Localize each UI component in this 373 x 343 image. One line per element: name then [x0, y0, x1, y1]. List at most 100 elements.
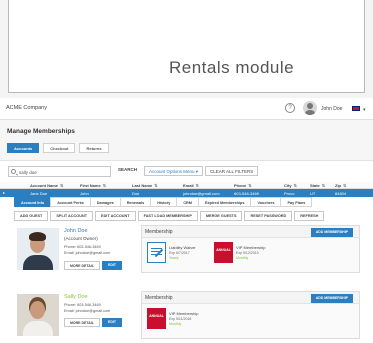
tab-renewals[interactable]: Renewals — [119, 197, 152, 207]
membership-label: Membership — [145, 229, 173, 235]
tab-expired-memberships[interactable]: Expired Memberships — [197, 197, 252, 207]
app-window: ACME Company ? John Doe ▾ Manage Members… — [0, 98, 373, 343]
member-phone: Phone: 603-546-3469 — [64, 245, 101, 249]
column-label: Phone — [234, 183, 247, 188]
column-header-first-name[interactable]: First Name ⇅ — [80, 183, 106, 188]
membership-panel: Membership ADD MEMBERSHIP ANNUAL VIP Mem… — [141, 291, 360, 339]
table-row[interactable]: ▸ Jane Doe John Doe johndoe@gmail.com 60… — [0, 189, 373, 197]
content-panel: SEARCH Account Options Menu ▾ CLEAR ALL … — [0, 160, 373, 343]
cell-state: UT — [310, 190, 316, 196]
action-bar: ADD GUEST SPLIT ACCOUNT EDIT ACCOUNT FAS… — [14, 211, 325, 221]
tab-checkout[interactable]: Checkout — [43, 143, 76, 153]
annual-pass-icon: ANNUAL — [214, 242, 233, 263]
column-header-zip[interactable]: Zip ⇅ — [335, 183, 346, 188]
language-flag-icon[interactable] — [352, 106, 360, 111]
account-sub-tabs: Account Info Account Perks Damages Renew… — [14, 197, 313, 207]
sort-icon[interactable]: ⇅ — [103, 183, 106, 188]
avatar[interactable] — [303, 101, 317, 115]
sort-icon[interactable]: ⇅ — [154, 183, 157, 188]
column-label: Zip — [335, 183, 341, 188]
banner-frame: Rentals module — [8, 0, 365, 93]
column-label: First Name — [80, 183, 101, 188]
tab-account-perks[interactable]: Account Perks — [50, 197, 91, 207]
member-email: Email: johndoe@gmail.com — [64, 309, 111, 313]
membership-title[interactable]: VIP Membership — [236, 245, 266, 250]
add-membership-button[interactable]: ADD MEMBERSHIP — [310, 294, 353, 303]
more-detail-button[interactable]: MORE DETAIL — [64, 318, 100, 327]
split-account-button[interactable]: SPLIT ACCOUNT — [50, 211, 94, 221]
photo-hair — [29, 232, 46, 241]
cell-phone: 603-546-3469 — [234, 190, 259, 196]
cell-last-name: Doe — [132, 190, 140, 196]
tab-pay-plans[interactable]: Pay Plans — [280, 197, 313, 207]
column-header-account-name[interactable]: Account Name ⇅ — [30, 183, 63, 188]
sort-icon[interactable]: ⇅ — [196, 183, 199, 188]
tab-accounts[interactable]: Accounts — [7, 143, 40, 153]
membership-header: Membership ADD MEMBERSHIP — [142, 292, 359, 304]
membership-header: Membership ADD MEMBERSHIP — [142, 226, 359, 238]
membership-frequency: Monthly — [236, 256, 249, 260]
edit-account-button[interactable]: EDIT ACCOUNT — [95, 211, 136, 221]
member-role: (Account Owner) — [64, 236, 98, 241]
member-email: Email: johndoe@gmail.com — [64, 251, 111, 255]
search-box — [8, 166, 111, 177]
member-name[interactable]: Sally Doe — [64, 294, 88, 300]
refresh-button[interactable]: REFRESH — [294, 211, 325, 221]
edit-member-button[interactable]: EDIT — [102, 261, 122, 270]
photo-body — [23, 255, 53, 270]
membership-frequency: Monthly — [169, 322, 182, 326]
member-name[interactable]: John Doe — [64, 228, 88, 234]
member-photo — [17, 294, 59, 336]
tab-vouchers[interactable]: Vouchers — [250, 197, 282, 207]
clear-all-filters-button[interactable]: CLEAR ALL FILTERS — [205, 166, 259, 176]
sort-icon[interactable]: ⇅ — [343, 183, 346, 188]
membership-panel: Membership ADD MEMBERSHIP Liability Waiv… — [141, 225, 360, 273]
sort-icon[interactable]: ⇅ — [294, 183, 297, 188]
membership-expiry: Exp 5/12/2019 — [236, 251, 259, 255]
column-label: City — [284, 183, 292, 188]
membership-title[interactable]: Liability Waiver — [169, 245, 196, 250]
help-icon[interactable]: ? — [285, 103, 295, 113]
membership-title[interactable]: VIP Membership — [169, 311, 199, 316]
tab-returns[interactable]: Returns — [79, 143, 109, 153]
tab-damages[interactable]: Damages — [89, 197, 121, 207]
tab-crm[interactable]: CRM — [176, 197, 199, 207]
column-header-city[interactable]: City ⇅ — [284, 183, 297, 188]
account-options-menu-button[interactable]: Account Options Menu ▾ — [144, 166, 204, 176]
search-button[interactable]: SEARCH — [118, 167, 137, 172]
column-header-state[interactable]: State ⇅ — [310, 183, 325, 188]
fast-load-membership-button[interactable]: FAST LOAD MEMBERSHIP — [137, 211, 198, 221]
sort-icon[interactable]: ⇅ — [322, 183, 325, 188]
cell-zip: 84604 — [335, 190, 347, 196]
more-detail-button[interactable]: MORE DETAIL — [64, 261, 100, 270]
add-membership-button[interactable]: ADD MEMBERSHIP — [310, 228, 353, 237]
search-icon — [11, 169, 16, 174]
member-phone: Phone: 603-546-3469 — [64, 303, 101, 307]
column-header-email[interactable]: Email ⇅ — [183, 183, 199, 188]
grid-header: Account Name ⇅ First Name ⇅ Last Name ⇅ Ema… — [0, 182, 373, 189]
tab-account-info[interactable]: Account Info — [14, 197, 52, 207]
member-photo — [17, 228, 59, 270]
app-header: ACME Company ? John Doe ▾ — [0, 98, 373, 120]
photo-face — [30, 301, 45, 319]
expand-row-icon[interactable]: ▸ — [3, 190, 5, 195]
sort-icon[interactable]: ⇅ — [248, 183, 251, 188]
tab-history[interactable]: History — [150, 197, 178, 207]
column-label: Account Name — [30, 183, 59, 188]
column-label: State — [310, 183, 320, 188]
column-header-phone[interactable]: Phone ⇅ — [234, 183, 252, 188]
membership-frequency: Yearly — [169, 256, 179, 260]
member-info: John Doe (Account Owner) Phone: 603-546-… — [14, 225, 139, 273]
sort-icon[interactable]: ⇅ — [60, 183, 63, 188]
chevron-down-icon[interactable]: ▾ — [363, 107, 366, 113]
search-input[interactable] — [19, 168, 109, 176]
reset-password-button[interactable]: RESET PASSWORD — [244, 211, 293, 221]
membership-expiry: Exp 6/7/2017 — [169, 251, 190, 255]
user-name[interactable]: John Doe — [321, 106, 342, 112]
column-label: Last Name — [132, 183, 153, 188]
edit-member-button[interactable]: EDIT — [102, 318, 122, 327]
merge-guests-button[interactable]: MERGE GUESTS — [199, 211, 243, 221]
add-guest-button[interactable]: ADD GUEST — [14, 211, 49, 221]
column-header-last-name[interactable]: Last Name ⇅ — [132, 183, 158, 188]
membership-label: Membership — [145, 295, 173, 301]
